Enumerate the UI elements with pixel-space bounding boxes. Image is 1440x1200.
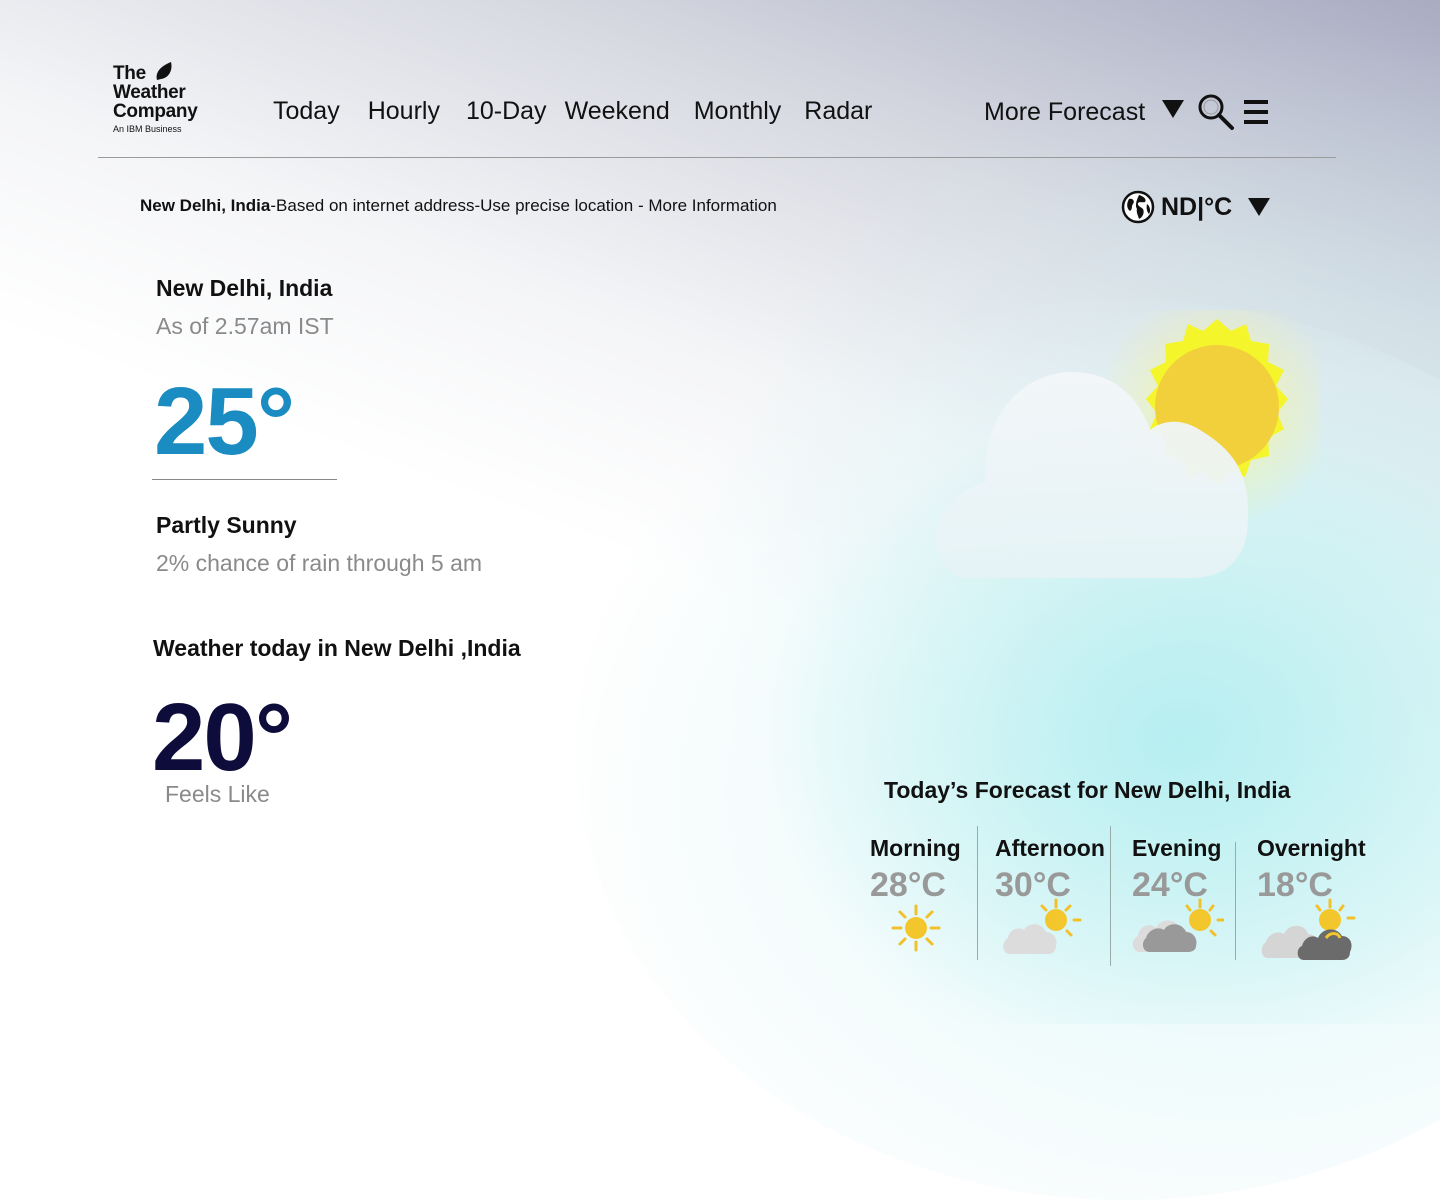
partly-sunny-icon xyxy=(1003,898,1082,954)
nav-monthly[interactable]: Monthly xyxy=(694,97,782,126)
current-city: New Delhi, India xyxy=(156,275,333,301)
brand-line-3: Company xyxy=(113,101,198,122)
hamburger-menu-icon[interactable] xyxy=(1243,98,1269,128)
period-name: Overnight xyxy=(1257,835,1366,861)
chevron-down-icon xyxy=(1248,198,1271,216)
period-divider xyxy=(977,826,978,960)
period-temp: 28°C xyxy=(870,866,946,904)
nav-weekend[interactable]: Weekend xyxy=(565,97,670,126)
sun-icon xyxy=(891,904,941,952)
chevron-down-icon xyxy=(1162,100,1185,118)
cloudy-sun-icon xyxy=(1132,898,1224,952)
brand-line-1: The xyxy=(113,60,223,83)
period-divider xyxy=(1235,842,1236,960)
nav-hourly[interactable]: Hourly xyxy=(368,97,440,126)
forecast-period-morning[interactable]: Morning 28°C xyxy=(870,835,961,905)
brand-line-2: Weather xyxy=(113,82,186,103)
search-icon[interactable] xyxy=(1197,93,1235,131)
forecast-period-evening[interactable]: Evening 24°C xyxy=(1132,835,1221,905)
period-name: Afternoon xyxy=(995,835,1105,861)
period-name: Evening xyxy=(1132,835,1222,861)
rain-chance: 2% chance of rain through 5 am xyxy=(156,550,483,576)
as-of-time: As of 2.57am IST xyxy=(156,313,334,339)
nav-10-day[interactable]: 10-Day xyxy=(466,97,547,126)
brand-tagline: An IBM Business xyxy=(113,124,182,134)
nav-today[interactable]: Today xyxy=(273,97,340,126)
globe-icon xyxy=(1121,190,1155,224)
current-temperature: 25° xyxy=(154,368,295,475)
header-divider xyxy=(98,157,1336,158)
period-divider xyxy=(1110,826,1111,966)
forecast-period-afternoon[interactable]: Afternoon 30°C xyxy=(995,835,1105,905)
main-nav: Today Hourly 10-Day Weekend Monthly Rada… xyxy=(273,97,872,126)
night-cloud-icon xyxy=(1261,898,1356,960)
more-forecast-dropdown[interactable]: More Forecast xyxy=(984,98,1185,127)
partly-sunny-illustration xyxy=(935,310,1320,578)
forecast-title: Today’s Forecast for New Delhi, India xyxy=(884,777,1291,803)
leaf-icon xyxy=(156,62,172,80)
more-forecast-label: More Forecast xyxy=(984,98,1146,126)
temperature-divider xyxy=(152,479,337,480)
unit-selector[interactable]: ND|°C xyxy=(1121,190,1271,224)
forecast-period-overnight[interactable]: Overnight 18°C xyxy=(1257,835,1366,905)
nav-radar[interactable]: Radar xyxy=(804,97,872,126)
period-name: Morning xyxy=(870,835,961,861)
feels-like-value: 20° xyxy=(152,684,293,791)
location-bar: New Delhi, India-Based on internet addre… xyxy=(140,196,777,216)
condition-text: Partly Sunny xyxy=(156,512,297,538)
brand-logo[interactable]: The Weather Company An IBM Business xyxy=(113,60,223,134)
weather-today-title: Weather today in New Delhi ,India xyxy=(153,635,521,661)
feels-like-label: Feels Like xyxy=(165,781,270,807)
location-city: New Delhi, India xyxy=(140,196,271,215)
location-info-link[interactable]: -Based on internet address-Use precise l… xyxy=(270,196,776,215)
unit-label: ND|°C xyxy=(1161,192,1233,221)
